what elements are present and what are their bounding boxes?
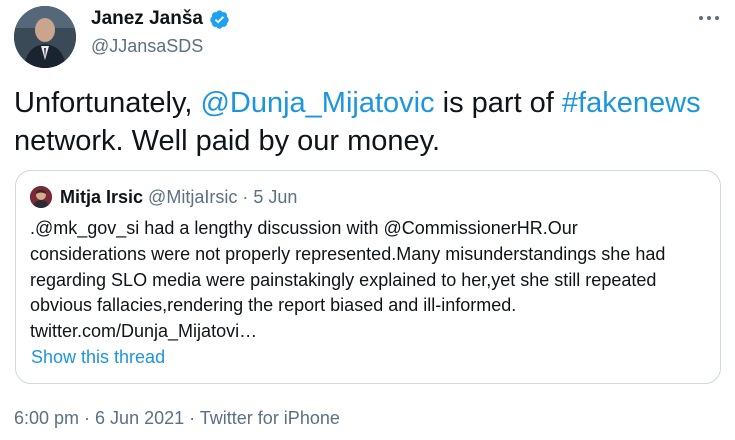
- tweet-text: Unfortunately, @Dunja_Mijatovic is part …: [14, 84, 724, 160]
- quote-text-line: obvious fallacies,rendering the report b…: [30, 295, 517, 316]
- quote-date[interactable]: 5 Jun: [253, 187, 297, 207]
- tweet-time[interactable]: 6:00 pm: [14, 408, 79, 428]
- author-name-text: Janez Janša: [91, 8, 203, 29]
- quote-text-line: regarding SLO media were painstakingly e…: [30, 269, 657, 290]
- hashtag-link[interactable]: #fakenews: [562, 87, 701, 119]
- author-name[interactable]: Janez Janša: [91, 8, 230, 30]
- tweet-text-part: network. Well paid by our money.: [14, 125, 441, 157]
- tweet-date[interactable]: 6 Jun 2021: [95, 408, 184, 428]
- tweet-footer-meta: 6:00 pm · 6 Jun 2021 · Twitter for iPhon…: [14, 408, 340, 429]
- quoted-tweet[interactable]: Mitja Irsic @MitjaIrsic · 5 Jun .@mk_gov…: [15, 170, 721, 384]
- quote-author-avatar: [30, 186, 52, 208]
- quote-author-avatar-image: [30, 186, 52, 208]
- author-avatar-image: [14, 6, 76, 68]
- quote-text-line: considerations were not properly represe…: [30, 243, 666, 264]
- tweet-card: Janez Janša @JJansaSDS Unfortunately, @D…: [0, 0, 735, 440]
- quote-author-name[interactable]: Mitja Irsic: [60, 187, 143, 207]
- tweet-source[interactable]: Twitter for iPhone: [200, 408, 340, 428]
- show-thread-link[interactable]: Show this thread: [31, 347, 165, 368]
- author-avatar[interactable]: [14, 6, 76, 68]
- mention-link[interactable]: @Dunja_Mijatovic: [200, 87, 434, 119]
- author-handle[interactable]: @JJansaSDS: [91, 36, 203, 57]
- quote-text-line: twitter.com/Dunja_Mijatovi…: [30, 321, 258, 342]
- quote-separator: ·: [237, 187, 254, 207]
- quote-header: Mitja Irsic @MitjaIrsic · 5 Jun: [60, 187, 297, 208]
- tweet-text-part: Unfortunately,: [14, 87, 201, 119]
- footer-separator: ·: [184, 408, 200, 428]
- quote-text-line: .@mk_gov_si had a lengthy discussion wit…: [30, 218, 578, 238]
- quote-text: .@mk_gov_si had a lengthy discussion wit…: [30, 216, 712, 345]
- verified-badge-icon: [210, 9, 229, 29]
- quote-author-handle[interactable]: @MitjaIrsic: [148, 187, 237, 207]
- tweet-text-part: is part of: [434, 87, 562, 119]
- more-horizontal-icon[interactable]: [698, 13, 720, 23]
- footer-separator: ·: [79, 408, 96, 428]
